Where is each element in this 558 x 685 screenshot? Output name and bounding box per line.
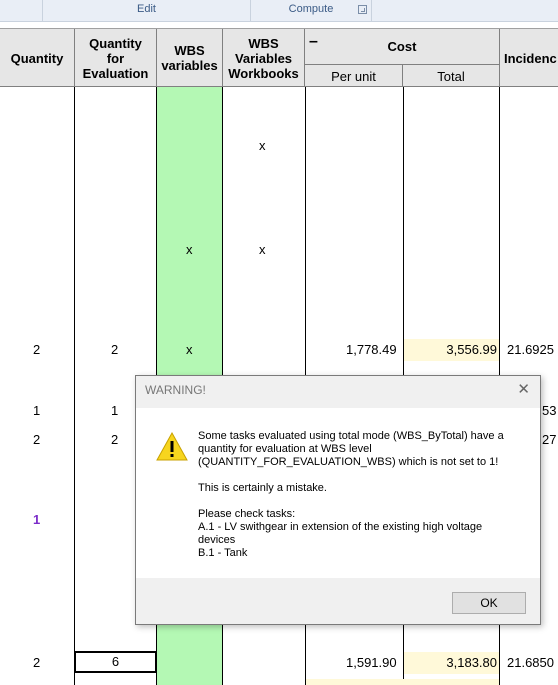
message-line: Please check tasks:	[198, 508, 296, 520]
header-total[interactable]: Total	[403, 65, 500, 87]
message-line: A.1 - LV swithgear in extension of the e…	[198, 521, 483, 533]
ribbon-separator	[371, 0, 372, 21]
grid-cell-per-unit[interactable]: 1,591.90	[346, 655, 397, 671]
grid-cell-incidence[interactable]: 53	[542, 403, 556, 419]
dialog-message: Some tasks evaluated using total mode (W…	[198, 430, 528, 560]
message-line: (QUANTITY_FOR_EVALUATION_WBS) which is n…	[198, 456, 499, 468]
message-line: B.1 - Tank	[198, 547, 248, 559]
message-line: Some tasks evaluated using total mode (W…	[198, 430, 504, 442]
grid-header: Quantity Quantity for Evaluation WBS var…	[0, 28, 558, 87]
grid-cell-per-unit[interactable]: 1,778.49	[346, 342, 397, 358]
close-icon[interactable]: ✕	[517, 380, 530, 398]
grid-cell-wbs-variables[interactable]: x	[186, 242, 193, 258]
header-wbs-variables[interactable]: WBS variables	[157, 29, 223, 87]
message-line: This is certainly a mistake.	[198, 482, 327, 494]
header-cost[interactable]: – Cost	[305, 29, 500, 65]
dialog-message-area: Some tasks evaluated using total mode (W…	[136, 408, 540, 578]
collapse-icon[interactable]: –	[309, 34, 318, 50]
message-line: quantity for evaluation at WBS level	[198, 443, 372, 455]
header-quantity[interactable]: Quantity	[0, 29, 75, 87]
grid-cell-quantity[interactable]: 2	[33, 432, 40, 448]
header-wbs-variables-workbooks[interactable]: WBS Variables Workbooks	[223, 29, 305, 87]
grid-cell-wbs-workbooks[interactable]: x	[259, 242, 266, 258]
warning-icon	[156, 432, 188, 461]
grid-cell-incidence[interactable]: 27	[542, 432, 556, 448]
ribbon-group-compute: Compute	[288, 3, 334, 15]
ribbon-group-edit: Edit	[137, 3, 156, 15]
grid-cell-quantity[interactable]: 2	[33, 342, 40, 358]
grid-cell-wbs-variables[interactable]: x	[186, 342, 193, 358]
grid-cell-quantity[interactable]: 1	[33, 403, 40, 419]
ok-button[interactable]: OK	[452, 592, 526, 614]
grid-cell-incidence[interactable]: 21.6925	[507, 342, 554, 358]
header-cost-label: Cost	[387, 39, 417, 54]
next-row-highlight	[306, 679, 499, 685]
dialog-launcher-icon[interactable]	[358, 5, 367, 14]
grid-cell-total[interactable]: 3,183.80	[404, 652, 499, 674]
grid-cell-total[interactable]: 3,556.99	[404, 339, 499, 361]
header-incidence[interactable]: Incidenc	[500, 29, 558, 87]
message-line: devices	[198, 534, 236, 546]
header-quantity-for-evaluation[interactable]: Quantity for Evaluation	[75, 29, 157, 87]
grid-cell-wbs-workbooks[interactable]: x	[259, 138, 266, 154]
header-per-unit[interactable]: Per unit	[305, 65, 403, 87]
grid-cell-qty-eval[interactable]: 2	[111, 432, 118, 448]
warning-dialog: WARNING! ✕ Some tasks evaluated using to…	[135, 375, 541, 625]
column-divider	[74, 87, 75, 685]
ribbon-strip: Edit Compute	[0, 0, 558, 22]
grid-cell-qty-eval[interactable]: 2	[111, 342, 118, 358]
grid-cell-quantity[interactable]: 1	[33, 512, 40, 528]
selected-cell-qty-eval[interactable]: 6	[74, 651, 157, 673]
grid-cell-incidence[interactable]: 21.6850	[507, 655, 554, 671]
grid-cell-quantity[interactable]: 2	[33, 655, 40, 671]
dialog-title: WARNING!	[145, 383, 206, 397]
grid-cell-qty-eval[interactable]: 1	[111, 403, 118, 419]
